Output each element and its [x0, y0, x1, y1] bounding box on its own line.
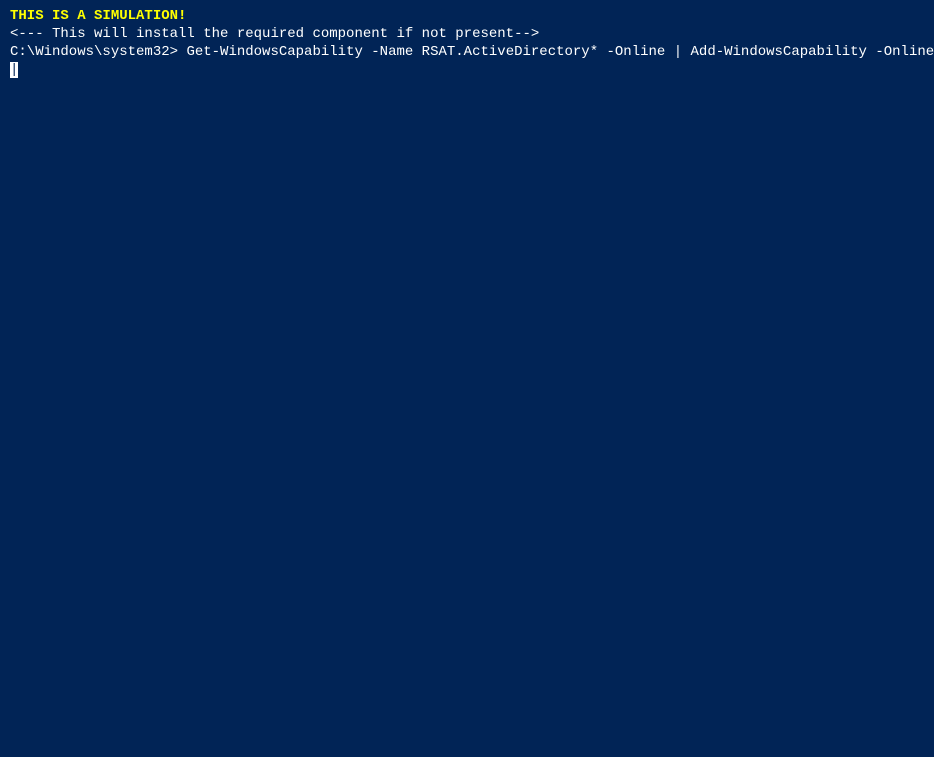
cursor-line: |: [10, 62, 924, 78]
command-line: C:\Windows\system32> Get-WindowsCapabili…: [10, 44, 924, 60]
comment-line: <--- This will install the required comp…: [10, 26, 924, 42]
terminal-window[interactable]: THIS IS A SIMULATION! <--- This will ins…: [0, 0, 934, 757]
simulation-warning-line: THIS IS A SIMULATION!: [10, 8, 924, 24]
terminal-cursor: |: [10, 62, 18, 78]
command-prompt: C:\Windows\system32>: [10, 44, 178, 60]
command-text: Get-WindowsCapability -Name RSAT.ActiveD…: [186, 44, 934, 60]
